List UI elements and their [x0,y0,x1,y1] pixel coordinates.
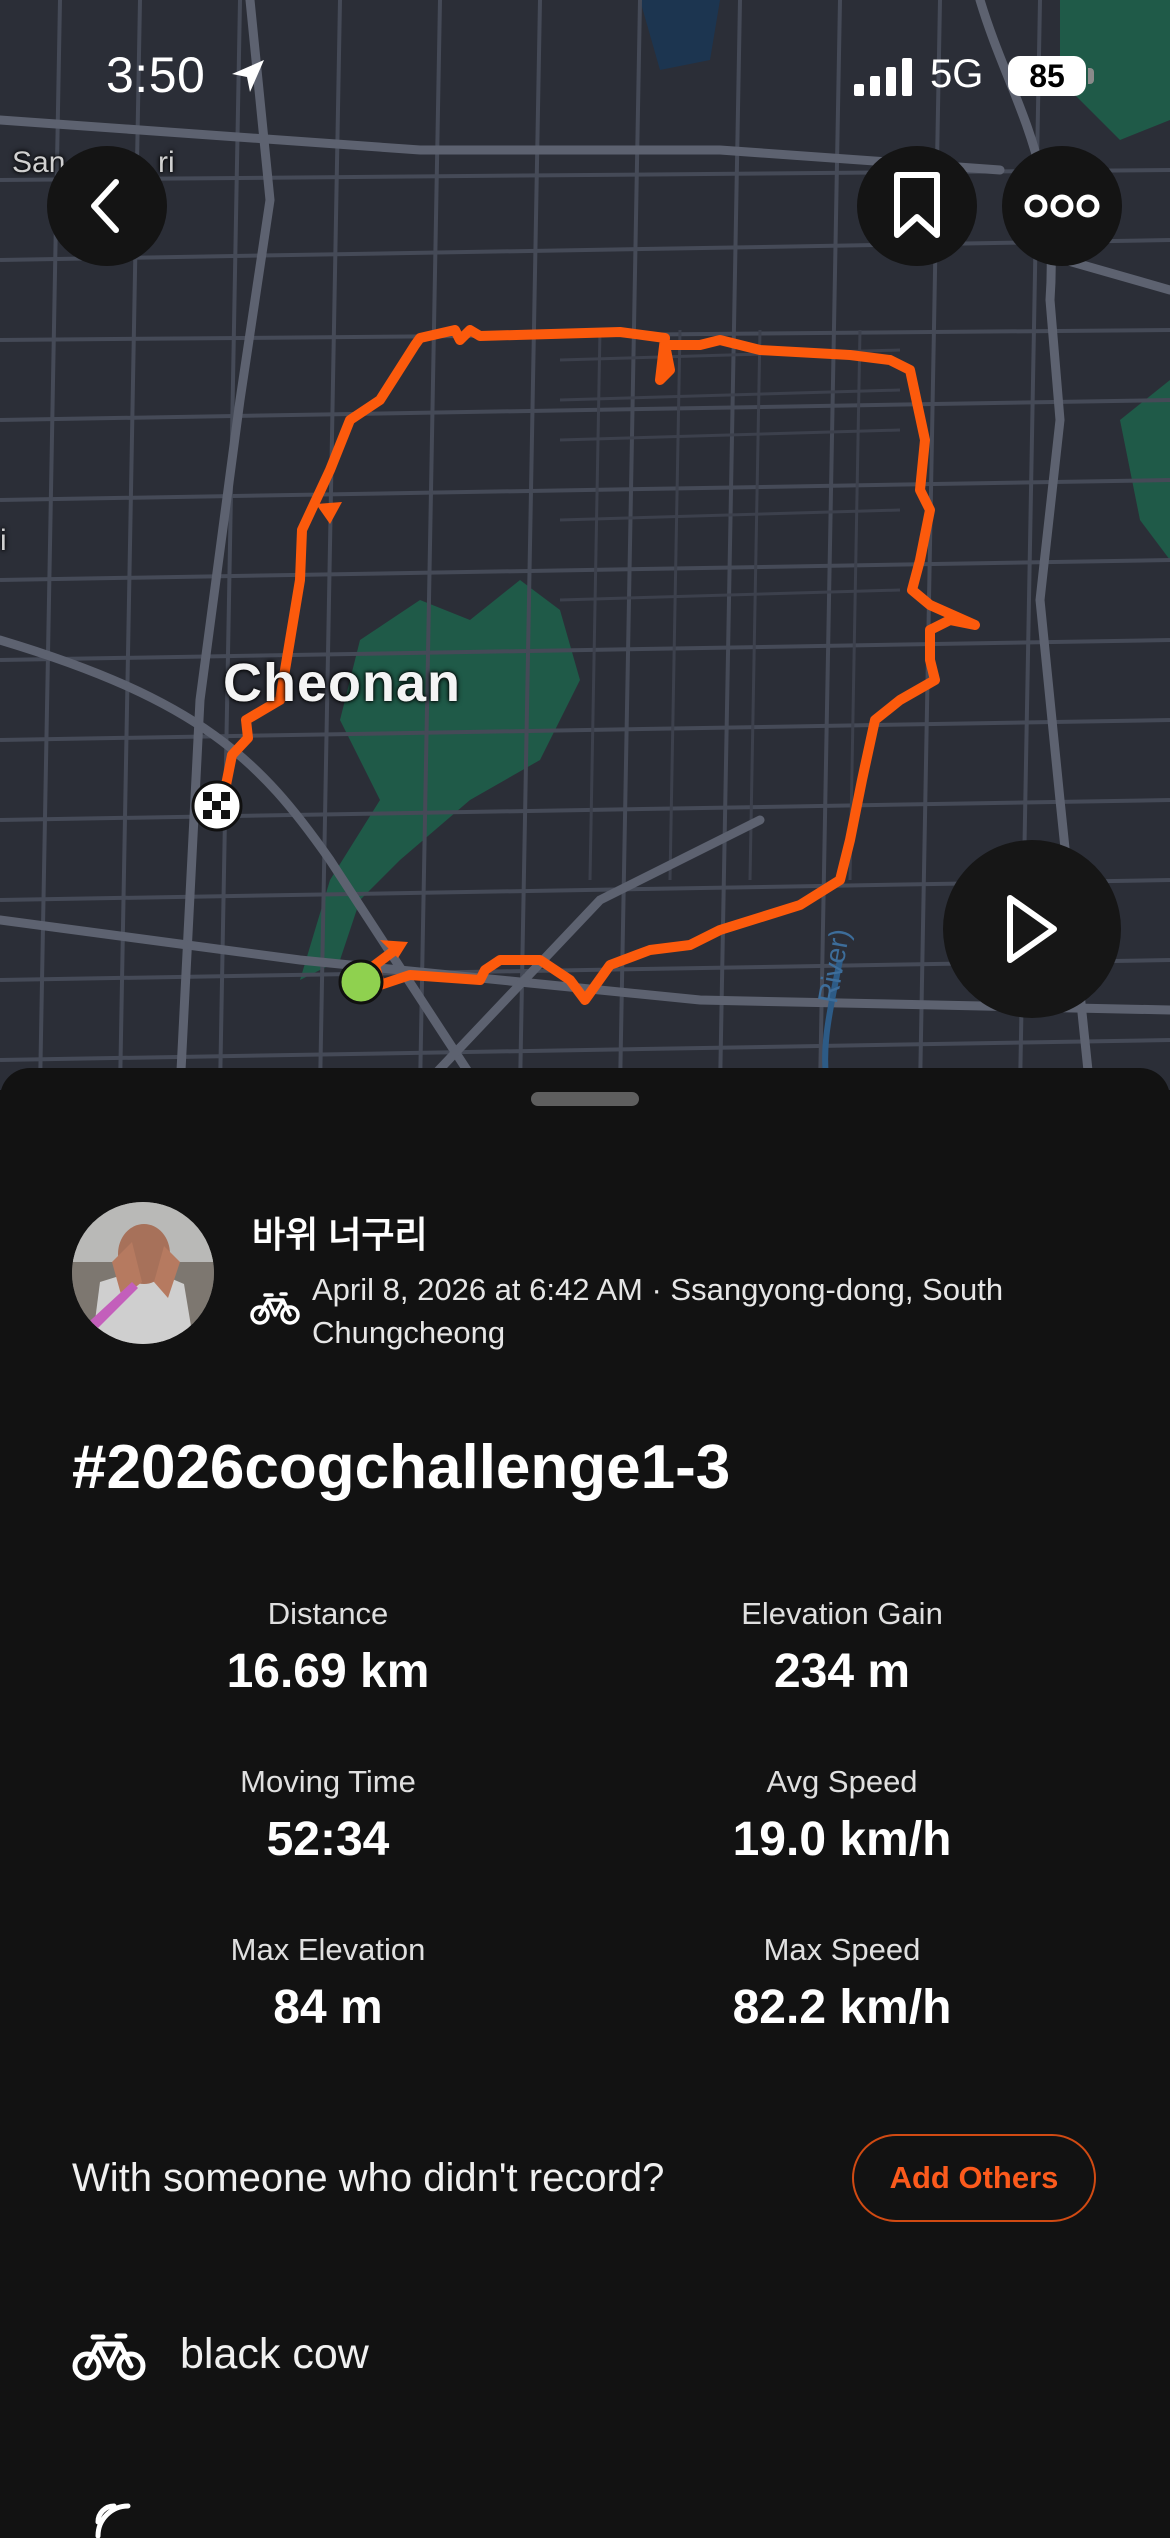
route-map[interactable]: Cheonan San ri i River) 3:50 5G 85 [0,0,1170,1090]
stat-label: Distance [267,1596,389,1631]
battery-icon: 85 [1008,56,1086,96]
stat-max-elevation: Max Elevation 84 m [98,1932,558,2035]
bookmark-icon [894,172,940,238]
map-label-i: i [0,524,7,557]
stat-moving-time: Moving Time 52:34 [98,1764,558,1867]
play-icon [1007,895,1057,963]
activity-title: #2026cogchallenge1-3 [72,1433,731,1502]
status-bar: 3:50 5G 85 [0,0,1170,150]
stat-value: 82.2 km/h [732,1981,952,2034]
status-time: 3:50 [106,47,206,103]
gear-name[interactable]: black cow [180,2330,369,2379]
activity-sheet: 바위 너구리 April 8, 2026 at 6:42 AM · Ssangy… [0,1068,1170,2538]
stat-value: 16.69 km [226,1645,430,1698]
stat-avg-speed: Avg Speed 19.0 km/h [612,1764,1072,1867]
back-button[interactable] [47,146,167,266]
activity-meta: April 8, 2026 at 6:42 AM · Ssangyong-don… [312,1272,1004,1350]
cellular-signal-icon [854,58,912,96]
stat-label: Max Speed [763,1932,921,1967]
chevron-left-icon [91,179,119,233]
stat-label: Avg Speed [766,1764,918,1799]
stat-distance: Distance 16.69 km [98,1596,558,1699]
battery-tip [1088,68,1094,84]
add-others-button[interactable]: Add Others [852,2134,1096,2222]
sensor-signal-icon [95,2503,131,2538]
map-label-cheonan: Cheonan [223,653,462,713]
more-options-button[interactable] [1002,146,1122,266]
stat-label: Max Elevation [230,1932,426,1967]
map-label-ri: ri [158,146,175,179]
avatar[interactable] [72,1202,214,1344]
stat-label: Moving Time [240,1764,416,1799]
stat-max-speed: Max Speed 82.2 km/h [612,1932,1072,2035]
network-type: 5G [930,52,984,96]
bookmark-button[interactable] [857,146,977,266]
finish-marker [191,780,243,832]
sheet-drag-handle[interactable] [531,1092,639,1106]
with-others-prompt: With someone who didn't record? [72,2156,665,2200]
more-dots-icon [1024,194,1100,218]
start-marker [338,959,384,1005]
stat-value: 234 m [773,1645,911,1698]
athlete-name[interactable]: 바위 너구리 [252,1206,428,1258]
location-arrow-icon [232,60,264,92]
stat-value: 52:34 [266,1813,390,1866]
avatar-photo [72,1202,214,1344]
bike-icon [250,1292,300,1325]
stat-label: Elevation Gain [741,1596,943,1631]
play-flyover-button[interactable] [943,840,1121,1018]
stat-value: 84 m [273,1981,383,2034]
bike-gear-icon [72,2333,146,2381]
stat-elevation-gain: Elevation Gain 234 m [612,1596,1072,1699]
stat-value: 19.0 km/h [732,1813,952,1866]
